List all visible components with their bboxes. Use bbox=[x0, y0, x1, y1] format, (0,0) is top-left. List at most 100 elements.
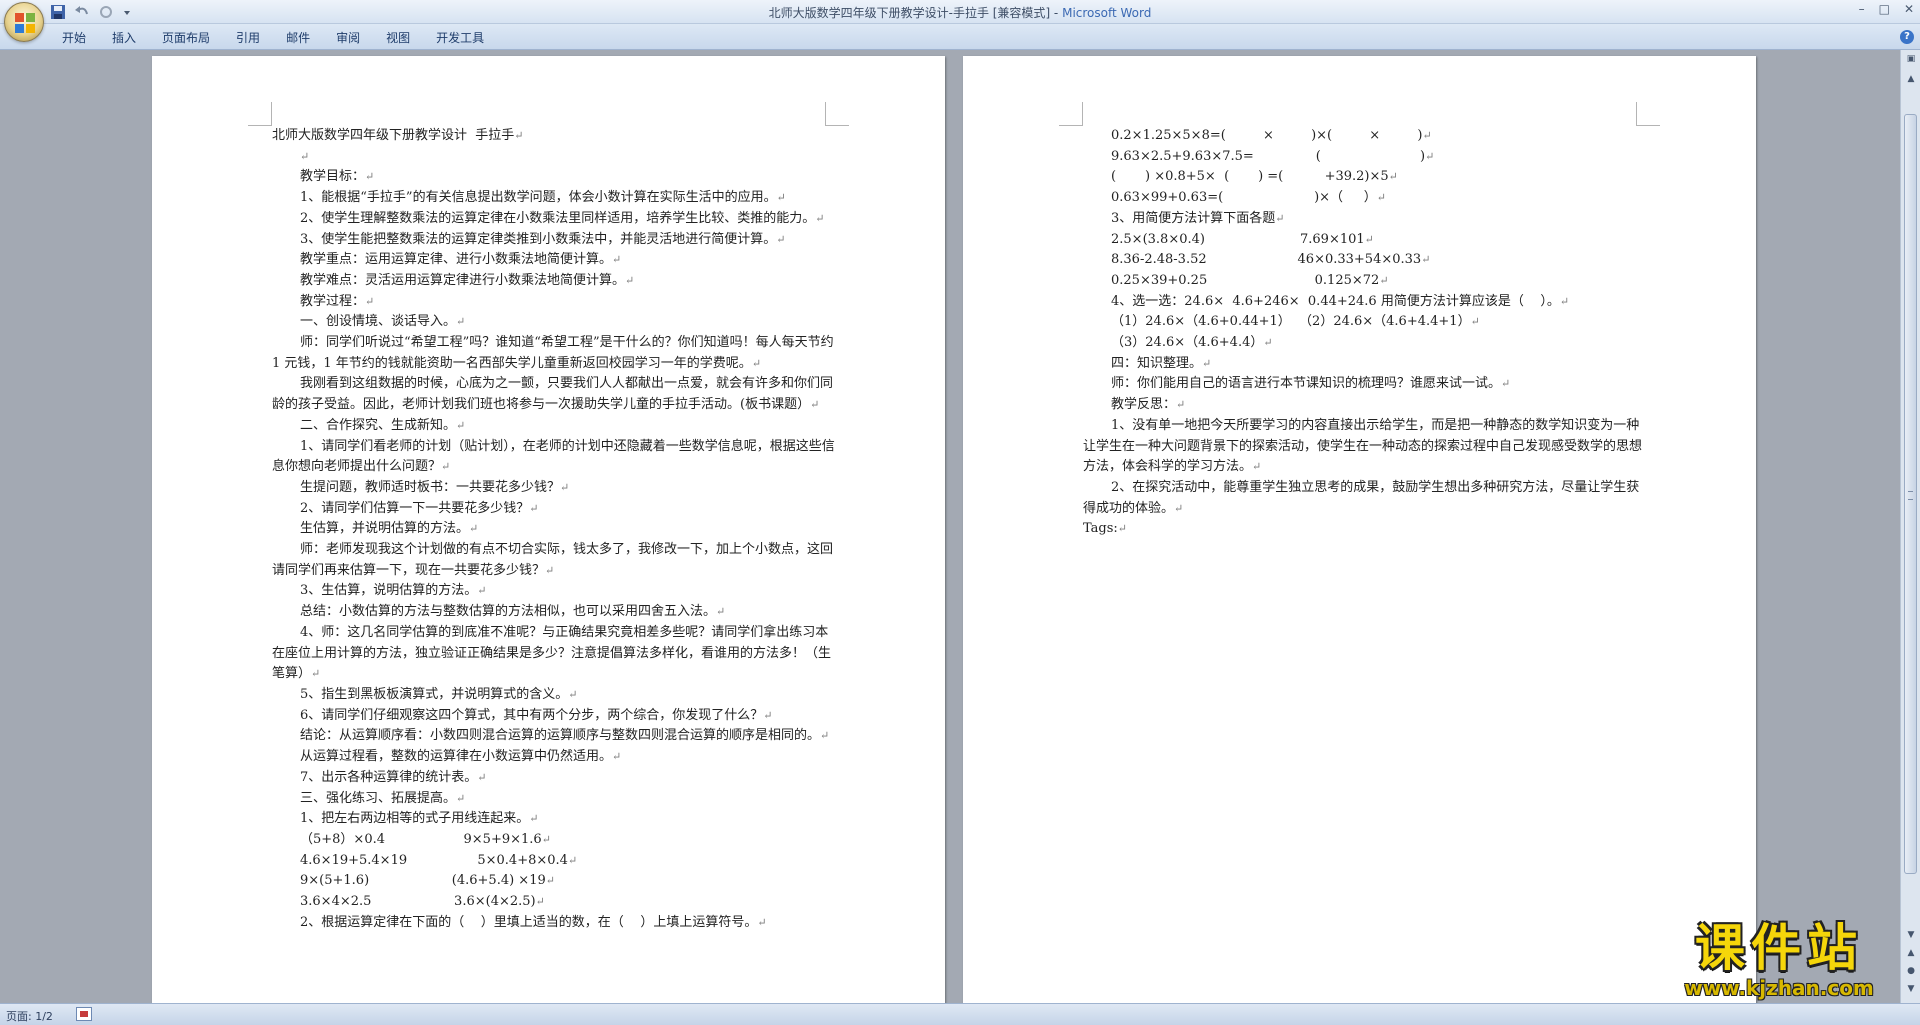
minimize-button[interactable]: – bbox=[1859, 2, 1865, 16]
paragraph: 3、生估算，说明估算的方法。↵ bbox=[272, 581, 837, 602]
paragraph-mark-icon: ↵ bbox=[456, 315, 466, 329]
paragraph-mark-icon: ↵ bbox=[1275, 211, 1285, 225]
paragraph-text: 3、使学生能把整数乘法的运算定律类推到小数乘法中，并能灵活地进行简便计算。 bbox=[300, 231, 777, 247]
paragraph: 生提问题，教师适时板书：一共要花多少钱？↵ bbox=[272, 478, 837, 499]
paragraph: 一、创设情境、谈话导入。↵ bbox=[272, 312, 837, 333]
paragraph: 教学重点：运用运算定律、进行小数乘法地简便计算。↵ bbox=[272, 250, 837, 271]
paragraph-text: 教学重点：运用运算定律、进行小数乘法地简便计算。 bbox=[300, 252, 613, 268]
help-icon[interactable]: ? bbox=[1900, 30, 1914, 44]
paragraph: 1、能根据“手拉手”的有关信息提出数学问题，体会小数计算在实际生活中的应用。↵ bbox=[272, 188, 837, 209]
paragraph-text: 二、合作探究、生成新知。 bbox=[300, 417, 457, 433]
scrollbar-thumb[interactable] bbox=[1904, 114, 1917, 874]
paragraph: 6、请同学们仔细观察这四个算式，其中有两个分步，两个综合，你发现了什么？↵ bbox=[272, 706, 837, 727]
paragraph-mark-icon: ↵ bbox=[625, 273, 635, 287]
scroll-up-icon[interactable]: ▲ bbox=[1904, 72, 1918, 86]
paragraph-text: 9.63×2.5+9.63×7.5= ( ) bbox=[1111, 148, 1426, 164]
paragraph-mark-icon: ↵ bbox=[311, 667, 321, 681]
paragraph-mark-icon: ↵ bbox=[776, 191, 786, 205]
page-2-text[interactable]: 0.2×1.25×5×8=( × )×( × )↵ 9.63×2.5+9.63×7… bbox=[1083, 126, 1648, 540]
document-page-1[interactable]: 北师大版数学四年级下册教学设计 手拉手↵ ↵ 教学目标：↵ 1、能根据“手拉手”的有关… bbox=[152, 56, 945, 1003]
paragraph-mark-icon: ↵ bbox=[1388, 170, 1398, 184]
tab-page-layout[interactable]: 页面布局 bbox=[152, 29, 220, 46]
tab-review[interactable]: 审阅 bbox=[326, 29, 370, 46]
paragraph-text: 6、请同学们仔细观察这四个算式，其中有两个分步，两个综合，你发现了什么？ bbox=[300, 707, 764, 723]
paragraph: 2、在探究活动中，能尊重学生独立思考的成果，鼓励学生想出多种研究方法，尽量让学生… bbox=[1083, 478, 1648, 519]
paragraph-text: 3、用简便方法计算下面各题 bbox=[1111, 210, 1276, 226]
paragraph-text: 0.25×39+0.25 0.125×72 bbox=[1111, 272, 1380, 288]
paragraph: 4、选一选：24.6× 4.6+246× 0.44+24.6 用简便方法计算应该… bbox=[1083, 292, 1648, 313]
paragraph: ↵ bbox=[272, 147, 837, 168]
paragraph: 7、出示各种运算律的统计表。↵ bbox=[272, 768, 837, 789]
tab-view[interactable]: 视图 bbox=[376, 29, 420, 46]
paragraph-mark-icon: ↵ bbox=[541, 832, 551, 846]
paragraph-text: 四：知识整理。 bbox=[1111, 355, 1203, 371]
tab-developer[interactable]: 开发工具 bbox=[426, 29, 494, 46]
paragraph: 0.25×39+0.25 0.125×72↵ bbox=[1083, 271, 1648, 292]
paragraph-mark-icon: ↵ bbox=[612, 750, 622, 764]
paragraph-mark-icon: ↵ bbox=[560, 480, 570, 494]
select-browse-object-icon[interactable]: ● bbox=[1904, 964, 1918, 978]
paragraph-text: 3、生估算，说明估算的方法。 bbox=[300, 583, 478, 599]
paragraph: 2、使学生理解整数乘法的运算定律在小数乘法里同样适用，培养学生比较、类推的能力。… bbox=[272, 209, 837, 230]
paragraph: 我刚看到这组数据的时候，心底为之一颤，只要我们人人都献出一点爱，就会有许多和你们… bbox=[272, 374, 837, 415]
paragraph: 从运算过程看，整数的运算律在小数运算中仍然适用。↵ bbox=[272, 747, 837, 768]
paragraph-mark-icon: ↵ bbox=[1174, 501, 1184, 515]
vertical-scrollbar[interactable]: ▣ ▲ ▼ ▲ ● ▼ bbox=[1900, 50, 1920, 1003]
ruler-toggle-icon[interactable]: ▣ bbox=[1904, 52, 1918, 66]
paragraph: 4、师：这几名同学估算的到底准不准呢？与正确结果究竟相差多些呢？请同学们拿出练习… bbox=[272, 623, 837, 685]
document-area[interactable]: 北师大版数学四年级下册教学设计 手拉手↵ ↵ 教学目标：↵ 1、能根据“手拉手”的有关… bbox=[0, 50, 1900, 1003]
paragraph-text: （3）24.6×（4.6+4.4） bbox=[1111, 335, 1264, 351]
office-button[interactable] bbox=[4, 2, 44, 42]
document-page-2[interactable]: 0.2×1.25×5×8=( × )×( × )↵ 9.63×2.5+9.63×7… bbox=[963, 56, 1756, 1003]
paragraph-mark-icon: ↵ bbox=[529, 501, 539, 515]
tab-insert[interactable]: 插入 bbox=[102, 29, 146, 46]
paragraph-text: 三、强化练习、拓展提高。 bbox=[300, 790, 457, 806]
paragraph-text: 一、创设情境、谈话导入。 bbox=[300, 314, 457, 330]
paragraph: 9.63×2.5+9.63×7.5= ( )↵ bbox=[1083, 147, 1648, 168]
paragraph: （1）24.6×（4.6+0.44+1） （2）24.6×（4.6+4.4+1）… bbox=[1083, 312, 1648, 333]
proofing-icon[interactable] bbox=[76, 1007, 92, 1021]
paragraph: 2.5×(3.8×0.4) 7.69×101↵ bbox=[1083, 230, 1648, 251]
page-1-text[interactable]: 北师大版数学四年级下册教学设计 手拉手↵ ↵ 教学目标：↵ 1、能根据“手拉手”的有关… bbox=[272, 126, 837, 933]
paragraph-mark-icon: ↵ bbox=[1559, 294, 1570, 308]
maximize-button[interactable]: □ bbox=[1879, 2, 1890, 16]
paragraph-text: 5、指生到黑板板演算式，并说明算式的含义。 bbox=[300, 686, 569, 702]
margin-corner-mark bbox=[825, 102, 849, 126]
tab-mailings[interactable]: 邮件 bbox=[276, 29, 320, 46]
paragraph-mark-icon: ↵ bbox=[1422, 129, 1432, 142]
paragraph-text: 我刚看到这组数据的时候，心底为之一颤，只要我们人人都献出一点爱，就会有许多和你们… bbox=[272, 376, 834, 413]
paragraph-mark-icon: ↵ bbox=[820, 729, 830, 743]
paragraph-text: 8.36-2.48-3.52 46×0.33+54×0.33 bbox=[1111, 252, 1422, 268]
page-indicator[interactable]: 页面: 1/2 bbox=[6, 1008, 53, 1024]
paragraph-mark-icon: ↵ bbox=[612, 253, 622, 267]
next-page-icon[interactable]: ▼ bbox=[1904, 982, 1918, 996]
tab-references[interactable]: 引用 bbox=[226, 29, 270, 46]
close-button[interactable]: ✕ bbox=[1904, 2, 1914, 16]
paragraph: 生估算，并说明估算的方法。↵ bbox=[272, 519, 837, 540]
paragraph-text: 结论：从运算顺序看：小数四则混合运算的运算顺序与整数四则混合运算的顺序是相同的。 bbox=[300, 728, 821, 744]
paragraph-mark-icon: ↵ bbox=[1364, 232, 1374, 246]
paragraph-mark-icon: ↵ bbox=[716, 605, 726, 619]
paragraph: 教学难点：灵活运用运算定律进行小数乘法地简便计算。↵ bbox=[272, 271, 837, 292]
paragraph-mark-icon: ↵ bbox=[535, 895, 545, 909]
paragraph: （5+8）×0.4 9×5+9×1.6↵ bbox=[272, 830, 837, 851]
paragraph-mark-icon: ↵ bbox=[1263, 336, 1273, 350]
paragraph-text: 教学难点：灵活运用运算定律进行小数乘法地简便计算。 bbox=[300, 272, 626, 288]
paragraph-mark-icon: ↵ bbox=[1376, 191, 1386, 205]
paragraph-text: 4.6×19+5.4×19 5×0.4+8×0.4 bbox=[300, 852, 568, 868]
paragraph-text: 教学反思： bbox=[1111, 397, 1177, 413]
paragraph: 0.63×99+0.63=( )×（ ）↵ bbox=[1083, 188, 1648, 209]
paragraph: 9×(5+1.6) (4.6+5.4) ×19↵ bbox=[272, 871, 837, 892]
tab-home[interactable]: 开始 bbox=[52, 29, 96, 46]
paragraph: 师：你们能用自己的语言进行本节课知识的梳理吗？谁愿来试一试。↵ bbox=[1083, 374, 1648, 395]
paragraph: 教学过程：↵ bbox=[272, 292, 837, 313]
paragraph-text: 教学目标： bbox=[300, 169, 366, 185]
scroll-down-icon[interactable]: ▼ bbox=[1904, 928, 1918, 942]
paragraph-mark-icon: ↵ bbox=[1425, 149, 1435, 163]
paragraph-mark-icon: ↵ bbox=[514, 129, 524, 142]
paragraph: 总结：小数估算的方法与整数估算的方法相似，也可以采用四舍五入法。↵ bbox=[272, 602, 837, 623]
paragraph-mark-icon: ↵ bbox=[810, 398, 820, 412]
paragraph-mark-icon: ↵ bbox=[469, 522, 479, 536]
previous-page-icon[interactable]: ▲ bbox=[1904, 946, 1918, 960]
paragraph-mark-icon: ↵ bbox=[567, 853, 578, 867]
